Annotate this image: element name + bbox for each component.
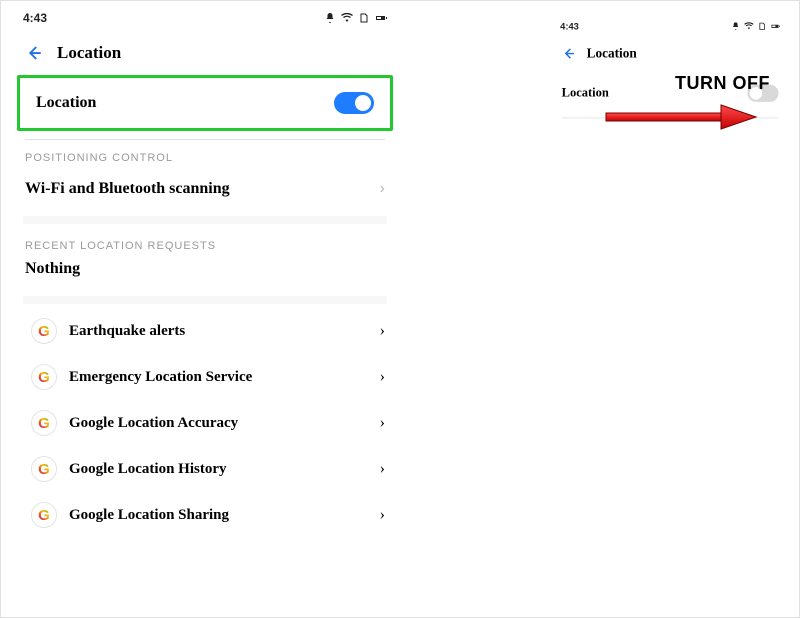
sim-icon <box>358 12 370 24</box>
page-title: Location <box>587 46 637 62</box>
page-header: Location <box>549 35 791 69</box>
section-recent-requests: RECENT LOCATION REQUESTS <box>9 228 401 254</box>
list-item-label: Emergency Location Service <box>69 369 368 386</box>
list-item-label: Google Location Sharing <box>69 507 368 524</box>
list-item[interactable]: G Earthquake alerts › <box>9 308 401 354</box>
google-icon: G <box>31 410 57 436</box>
wifi-bluetooth-scanning-row[interactable]: Wi-Fi and Bluetooth scanning › <box>9 166 401 212</box>
list-item[interactable]: G Google Location History › <box>9 446 401 492</box>
google-icon: G <box>31 318 57 344</box>
sim-icon <box>757 22 766 31</box>
section-positioning-control: POSITIONING CONTROL <box>9 140 401 166</box>
arrow-left-icon <box>562 47 576 61</box>
chevron-right-icon: › <box>380 460 385 478</box>
status-icons <box>324 12 387 24</box>
annotation-turn-off: TURN OFF <box>675 73 770 94</box>
wifi-icon <box>744 22 753 31</box>
phone-left: 4:43 Location Location POSITIONING CONTR… <box>9 1 401 617</box>
battery-icon <box>771 22 780 31</box>
chevron-right-icon: › <box>380 180 385 198</box>
list-item-label: Earthquake alerts <box>69 323 368 340</box>
highlight-box: Location <box>17 75 393 131</box>
list-item[interactable]: G Google Location Sharing › <box>9 492 401 538</box>
status-icons <box>731 22 780 31</box>
google-icon: G <box>31 456 57 482</box>
chevron-right-icon: › <box>380 322 385 340</box>
bell-icon <box>324 12 336 24</box>
gap-divider <box>23 216 387 224</box>
list-item[interactable]: G Emergency Location Service › <box>9 354 401 400</box>
page-header: Location <box>9 29 401 73</box>
location-toggle-on[interactable] <box>334 92 374 114</box>
annotation-arrow-icon <box>601 97 761 137</box>
battery-icon <box>375 12 387 24</box>
gap-divider <box>23 296 387 304</box>
location-toggle-row[interactable]: Location <box>20 78 390 128</box>
status-time: 4:43 <box>23 11 47 25</box>
back-button[interactable] <box>25 44 43 62</box>
wifi-bluetooth-scanning-label: Wi-Fi and Bluetooth scanning <box>25 180 380 198</box>
back-button[interactable] <box>562 47 576 61</box>
list-item-label: Google Location History <box>69 461 368 478</box>
location-toggle-label: Location <box>36 94 334 112</box>
status-bar: 4:43 <box>549 13 791 35</box>
chevron-right-icon: › <box>380 506 385 524</box>
chevron-right-icon: › <box>380 368 385 386</box>
chevron-right-icon: › <box>380 414 385 432</box>
list-item[interactable]: G Google Location Accuracy › <box>9 400 401 446</box>
status-time: 4:43 <box>560 21 579 32</box>
google-icon: G <box>31 364 57 390</box>
bell-icon <box>731 22 740 31</box>
google-icon: G <box>31 502 57 528</box>
arrow-left-icon <box>25 44 43 62</box>
wifi-icon <box>341 12 353 24</box>
list-item-label: Google Location Accuracy <box>69 415 368 432</box>
recent-requests-nothing: Nothing <box>9 254 401 292</box>
page-title: Location <box>57 43 121 63</box>
status-bar: 4:43 <box>9 1 401 29</box>
